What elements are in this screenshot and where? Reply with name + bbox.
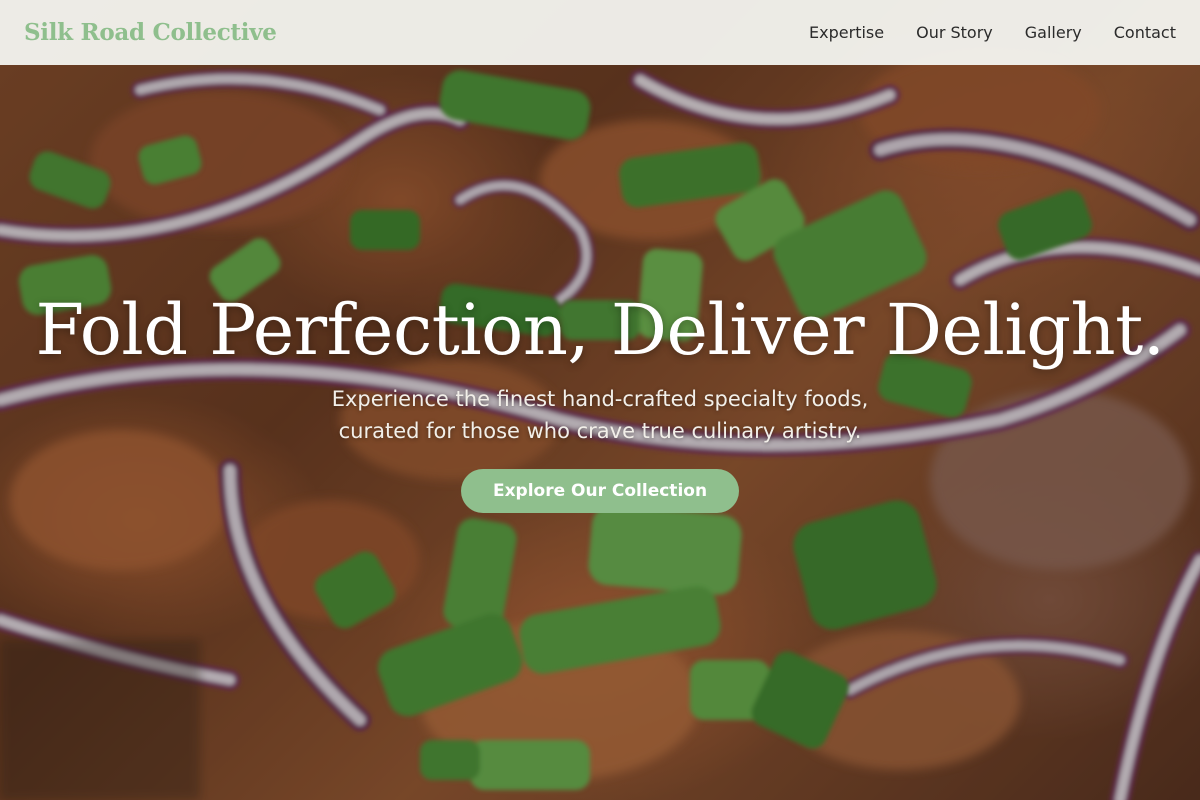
hero-subtitle-line-1: Experience the finest hand-crafted speci… (331, 386, 869, 411)
hero-section: Fold Perfection, Deliver Delight. Experi… (0, 290, 1200, 513)
site-header: Silk Road Collective Expertise Our Story… (0, 0, 1200, 65)
brand-logo[interactable]: Silk Road Collective (24, 19, 277, 46)
nav-link-contact[interactable]: Contact (1114, 23, 1176, 42)
main-nav: Expertise Our Story Gallery Contact (809, 23, 1176, 42)
hero-title: Fold Perfection, Deliver Delight. (35, 289, 1165, 371)
nav-link-our-story[interactable]: Our Story (916, 23, 993, 42)
hero-subtitle: Experience the finest hand-crafted speci… (280, 383, 920, 447)
explore-collection-button[interactable]: Explore Our Collection (460, 468, 740, 513)
nav-link-gallery[interactable]: Gallery (1025, 23, 1082, 42)
nav-link-expertise[interactable]: Expertise (809, 23, 884, 42)
page: Silk Road Collective Expertise Our Story… (0, 0, 1200, 800)
hero-subtitle-line-2: curated for those who crave true culinar… (338, 418, 862, 443)
